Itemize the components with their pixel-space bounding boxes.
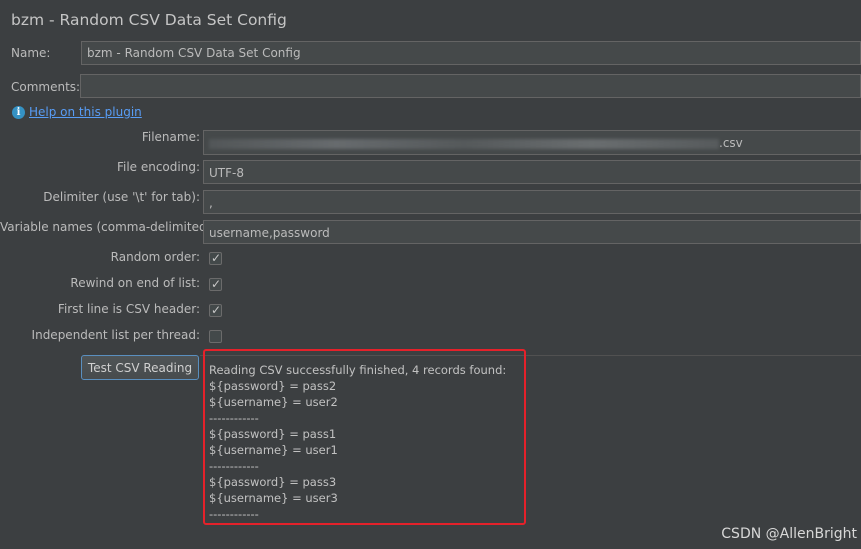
filename-field[interactable]: .csv [203,130,861,155]
check-icon: ✓ [211,277,222,291]
check-icon: ✓ [211,303,222,317]
encoding-label: File encoding: [116,160,200,174]
random-csv-config-panel: bzm - Random CSV Data Set Config Name: b… [0,0,861,549]
result-line: Reading CSV successfully finished, 4 rec… [209,363,507,377]
result-line: ${password} = pass3 [209,475,337,489]
comments-field[interactable] [80,74,861,98]
rewind-checkbox[interactable]: ✓ [209,277,222,291]
result-line: ------------ [209,459,259,473]
name-field[interactable]: bzm - Random CSV Data Set Config [81,41,861,65]
results-lines: Reading CSV successfully finished, 4 rec… [209,362,506,522]
filename-extension: .csv [719,136,743,150]
csv-header-label: First line is CSV header: [57,302,200,316]
name-label: Name: [11,46,51,60]
random-order-label: Random order: [110,250,200,264]
panel-title: bzm - Random CSV Data Set Config [11,11,287,29]
result-line: ------------ [209,411,259,425]
result-line: ${password} = pass1 [209,427,337,441]
varnames-label: Variable names (comma-delimited): [0,220,216,234]
help-link[interactable]: Help on this plugin [29,105,142,119]
delimiter-label: Delimiter (use '\t' for tab): [43,190,200,204]
test-results-output: Reading CSV successfully finished, 4 rec… [203,349,526,525]
redacted-path [209,138,719,149]
result-line: ${password} = pass2 [209,379,337,393]
comments-label: Comments: [11,80,81,94]
help-row: i Help on this plugin [12,105,142,119]
check-icon: ✓ [211,251,222,265]
result-line: ${username} = user1 [209,443,338,457]
random-order-checkbox[interactable]: ✓ [209,251,222,265]
independent-list-label: Independent list per thread: [31,328,200,342]
result-line: ${username} = user3 [209,491,338,505]
encoding-field[interactable]: UTF-8 [203,160,861,184]
filename-label: Filename: [141,130,200,144]
result-line: ------------ [209,507,259,521]
rewind-label: Rewind on end of list: [70,276,200,290]
csv-header-checkbox[interactable]: ✓ [209,303,222,317]
watermark: CSDN @AllenBright [721,526,857,542]
delimiter-field[interactable]: , [203,190,861,214]
varnames-field[interactable]: username,password [203,220,861,244]
result-line: ${username} = user2 [209,395,338,409]
test-csv-reading-button[interactable]: Test CSV Reading [81,355,199,380]
info-icon: i [12,105,25,119]
independent-list-checkbox[interactable] [209,330,222,343]
